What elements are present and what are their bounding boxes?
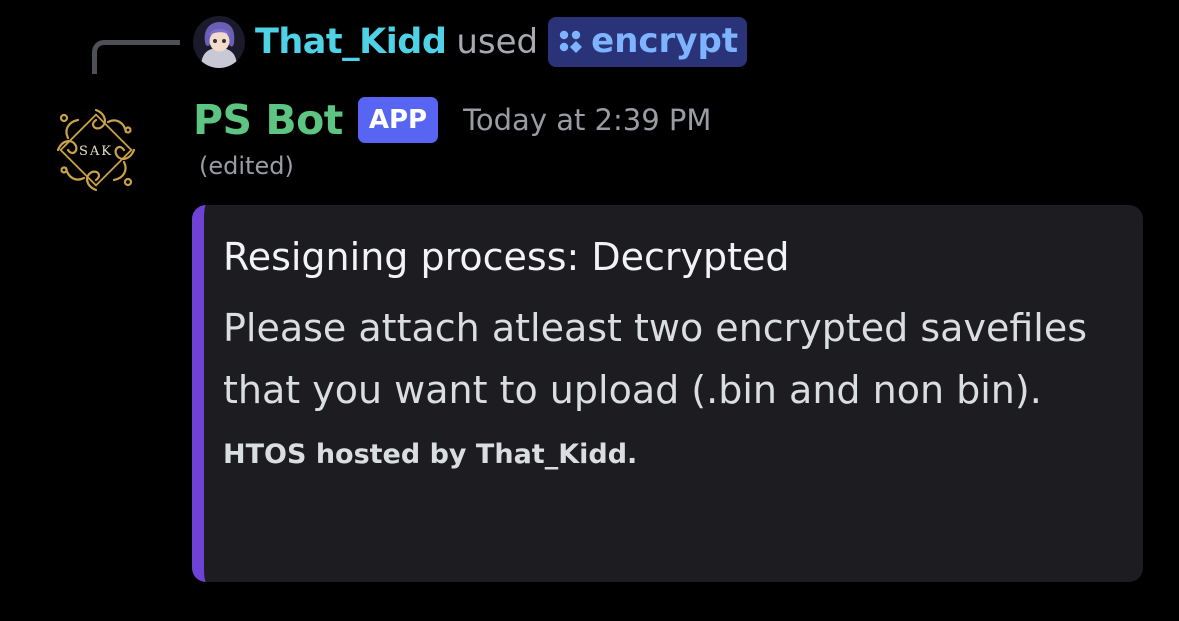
reply-connector-line — [92, 40, 180, 74]
edited-indicator: (edited) — [199, 152, 294, 180]
command-label: encrypt — [591, 21, 739, 61]
message-timestamp: Today at 2:39 PM — [463, 103, 712, 137]
reply-username[interactable]: That_Kidd — [255, 22, 447, 62]
message-embed: Resigning process: Decrypted Please atta… — [192, 205, 1143, 582]
bot-avatar[interactable]: SAK — [46, 100, 146, 200]
embed-footer: HTOS hosted by That_Kidd. — [223, 439, 638, 470]
message-header: PS Bot APP Today at 2:39 PM — [193, 92, 711, 148]
embed-description: Please attach atleast two encrypted save… — [223, 306, 1087, 412]
reply-used-text: used — [456, 22, 539, 62]
apps-icon — [559, 30, 583, 53]
reply-reference[interactable]: That_Kidd used encrypt — [193, 14, 748, 70]
command-mention[interactable]: encrypt — [548, 17, 748, 67]
bot-username[interactable]: PS Bot — [193, 96, 343, 144]
app-badge: APP — [357, 97, 439, 143]
embed-title: Resigning process: Decrypted — [223, 235, 790, 279]
bot-avatar-monogram: SAK — [79, 144, 113, 159]
reply-user-avatar[interactable] — [193, 16, 245, 68]
